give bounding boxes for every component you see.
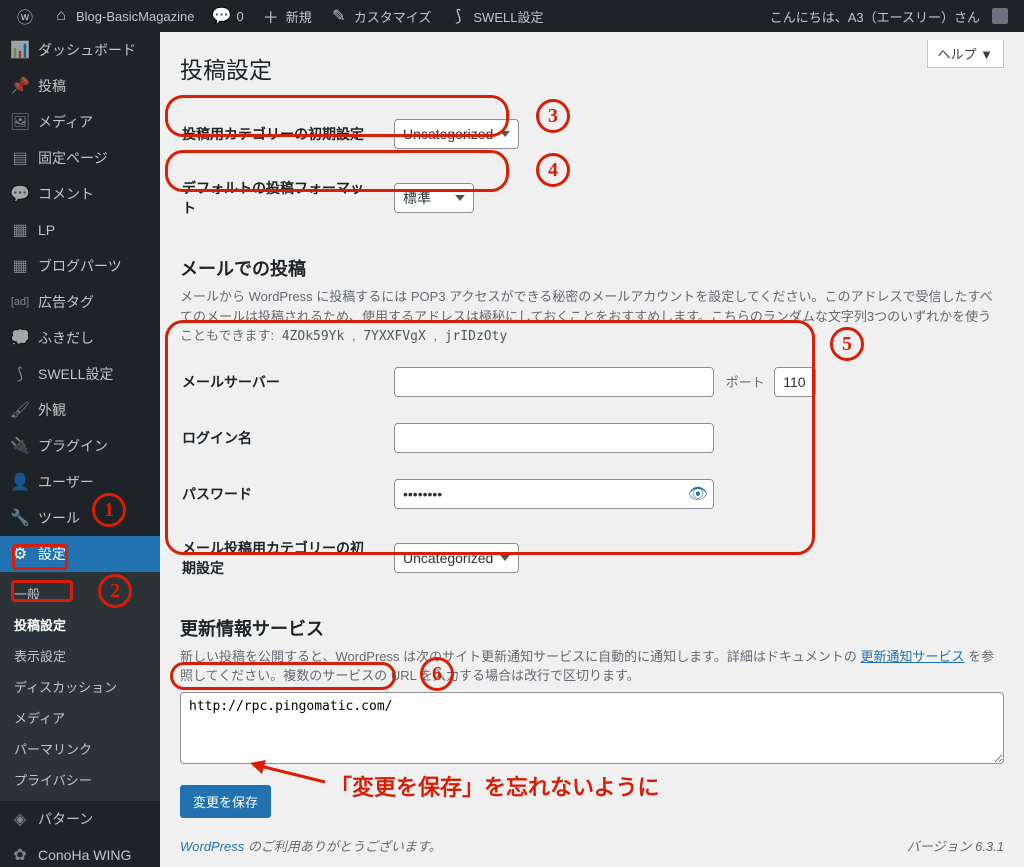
comments-link[interactable]: 💬0	[205, 0, 252, 32]
password-label: パスワード	[182, 467, 382, 521]
users-icon: 👤	[10, 472, 30, 492]
menu-posts[interactable]: 📌投稿	[0, 68, 160, 104]
submenu-reading[interactable]: 表示設定	[0, 640, 160, 671]
default-category-select[interactable]: Uncategorized	[394, 119, 519, 149]
menu-tools[interactable]: 🔧ツール	[0, 500, 160, 536]
adtag-icon: [ad]	[10, 292, 30, 312]
menu-plugins[interactable]: 🔌プラグイン	[0, 428, 160, 464]
menu-appearance[interactable]: 🖌外観	[0, 392, 160, 428]
password-input[interactable]	[394, 479, 714, 509]
mail-section-title: メールでの投稿	[180, 255, 1004, 281]
ping-textarea[interactable]: http://rpc.pingomatic.com/	[180, 692, 1004, 764]
menu-patterns[interactable]: ◈パターン	[0, 801, 160, 837]
greeting[interactable]: こんにちは、A3（エースリー）さん	[762, 0, 1016, 32]
comment-icon: 💬	[10, 184, 30, 204]
menu-media[interactable]: 🖼メディア	[0, 104, 160, 140]
submenu-privacy[interactable]: プライバシー	[0, 764, 160, 795]
menu-comments[interactable]: 💬コメント	[0, 176, 160, 212]
admin-sidebar: 📊ダッシュボード 📌投稿 🖼メディア ▤固定ページ 💬コメント ▦LP ▦ブログ…	[0, 32, 160, 867]
update-section-title: 更新情報サービス	[180, 615, 1004, 641]
menu-settings[interactable]: ⚙設定	[0, 536, 160, 572]
dashboard-icon: 📊	[10, 40, 30, 60]
wp-logo[interactable]: ⓦ	[8, 0, 42, 32]
update-service-link[interactable]: 更新通知サービス	[860, 649, 964, 664]
brush-icon: ✎	[330, 7, 348, 25]
menu-lp[interactable]: ▦LP	[0, 212, 160, 248]
default-format-label: デフォルトの投稿フォーマット	[182, 163, 382, 233]
swell-icon: ⟆	[10, 364, 30, 384]
wordpress-icon: ⓦ	[16, 7, 34, 25]
mail-server-label: メールサーバー	[182, 355, 382, 409]
menu-conoha[interactable]: ✿ConoHa WING	[0, 837, 160, 867]
conoha-icon: ✿	[10, 845, 30, 865]
mail-category-select[interactable]: Uncategorized	[394, 543, 519, 573]
gear-icon: ⚙	[10, 544, 30, 564]
site-name-link[interactable]: ⌂ Blog-BasicMagazine	[44, 0, 203, 32]
swell-link[interactable]: ⟆SWELL設定	[441, 0, 551, 32]
swell-icon: ⟆	[449, 7, 467, 25]
comments-count: 0	[237, 9, 244, 24]
menu-pages[interactable]: ▤固定ページ	[0, 140, 160, 176]
rand-string-1: 4ZOk59Yk	[278, 327, 349, 346]
submenu-discussion[interactable]: ディスカッション	[0, 671, 160, 702]
menu-adtag[interactable]: [ad]広告タグ	[0, 284, 160, 320]
show-password-icon[interactable]: 👁	[688, 484, 708, 504]
menu-users[interactable]: 👤ユーザー	[0, 464, 160, 500]
lp-icon: ▦	[10, 220, 30, 240]
mail-category-label: メール投稿用カテゴリーの初期設定	[182, 523, 382, 593]
version-text: バージョン 6.3.1	[907, 836, 1004, 855]
default-category-label: 投稿用カテゴリーの初期設定	[182, 107, 382, 161]
plugin-icon: 🔌	[10, 436, 30, 456]
media-icon: 🖼	[10, 112, 30, 132]
home-icon: ⌂	[52, 7, 70, 25]
page-icon: ▤	[10, 148, 30, 168]
login-label: ログイン名	[182, 411, 382, 465]
settings-submenu: 一般 投稿設定 表示設定 ディスカッション メディア パーマリンク プライバシー	[0, 572, 160, 801]
rand-string-3: jrIDzOty	[441, 327, 512, 346]
submenu-media[interactable]: メディア	[0, 702, 160, 733]
wp-thanks-link[interactable]: WordPress	[180, 839, 244, 854]
plus-icon: ＋	[262, 7, 280, 25]
submenu-writing[interactable]: 投稿設定	[0, 609, 160, 640]
mail-section-desc: メールから WordPress に投稿するには POP3 アクセスができる秘密の…	[180, 287, 1004, 347]
submenu-permalink[interactable]: パーマリンク	[0, 733, 160, 764]
update-section-desc: 新しい投稿を公開すると、WordPress は次のサイト更新通知サービスに自動的…	[180, 647, 1004, 686]
menu-blogparts[interactable]: ▦ブログパーツ	[0, 248, 160, 284]
footer: WordPress のご利用ありがとうございます。 バージョン 6.3.1	[160, 824, 1024, 867]
customize-link[interactable]: ✎カスタマイズ	[322, 0, 440, 32]
speech-icon: 💭	[10, 328, 30, 348]
default-format-select[interactable]: 標準	[394, 183, 474, 213]
login-input[interactable]	[394, 423, 714, 453]
rand-string-2: 7YXXFVgX	[359, 327, 430, 346]
pin-icon: 📌	[10, 76, 30, 96]
content-area: 投稿設定 投稿用カテゴリーの初期設定 Uncategorized デフォルトの投…	[160, 32, 1024, 867]
menu-dashboard[interactable]: 📊ダッシュボード	[0, 32, 160, 68]
admin-bar: ⓦ ⌂Blog-BasicMagazine 💬0 ＋新規 ✎カスタマイズ ⟆SW…	[0, 0, 1024, 32]
menu-swell[interactable]: ⟆SWELL設定	[0, 356, 160, 392]
blogparts-icon: ▦	[10, 256, 30, 276]
new-link[interactable]: ＋新規	[254, 0, 320, 32]
menu-fukidashi[interactable]: 💭ふきだし	[0, 320, 160, 356]
comment-icon: 💬	[213, 7, 231, 25]
avatar-icon	[992, 8, 1008, 24]
submenu-general[interactable]: 一般	[0, 578, 160, 609]
page-title: 投稿設定	[180, 42, 1004, 105]
mail-server-input[interactable]	[394, 367, 714, 397]
site-name: Blog-BasicMagazine	[76, 9, 195, 24]
port-input[interactable]	[774, 367, 816, 397]
port-label: ポート	[726, 375, 765, 390]
tools-icon: 🔧	[10, 508, 30, 528]
patterns-icon: ◈	[10, 809, 30, 829]
save-button[interactable]: 変更を保存	[180, 785, 271, 818]
brush-icon: 🖌	[10, 400, 30, 420]
